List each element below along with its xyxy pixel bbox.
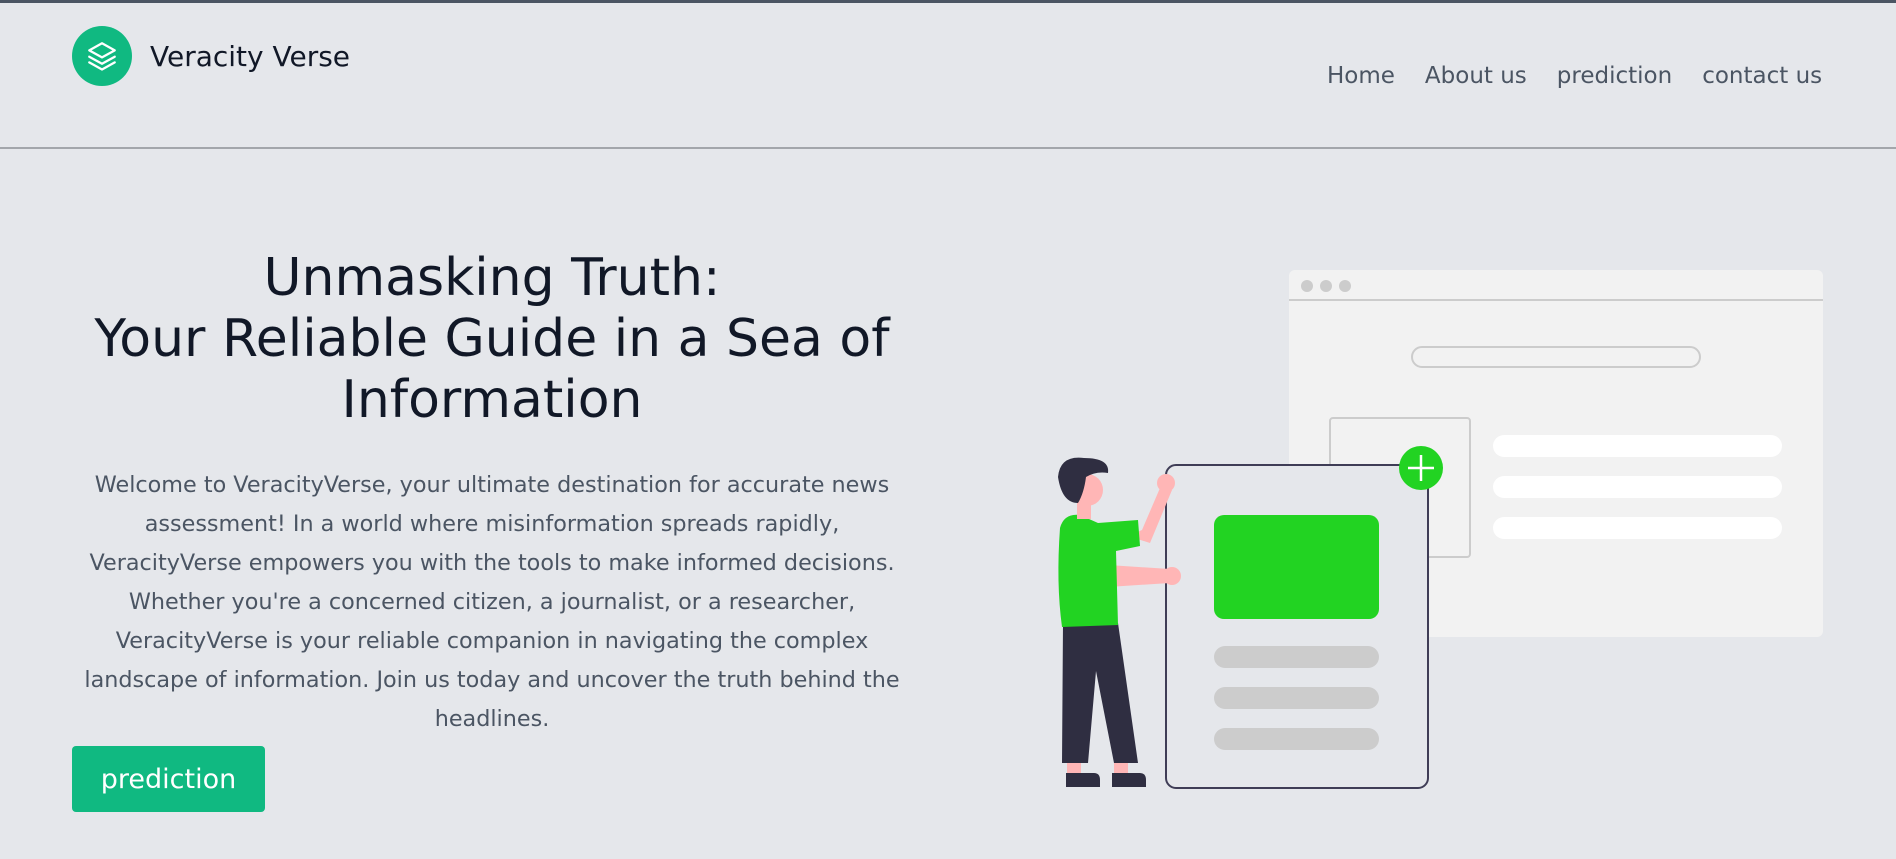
plus-icon [1399, 446, 1443, 490]
person-illustration [1058, 457, 1181, 787]
hero-illustration [1058, 270, 1823, 789]
document-card-illustration [1165, 464, 1429, 789]
